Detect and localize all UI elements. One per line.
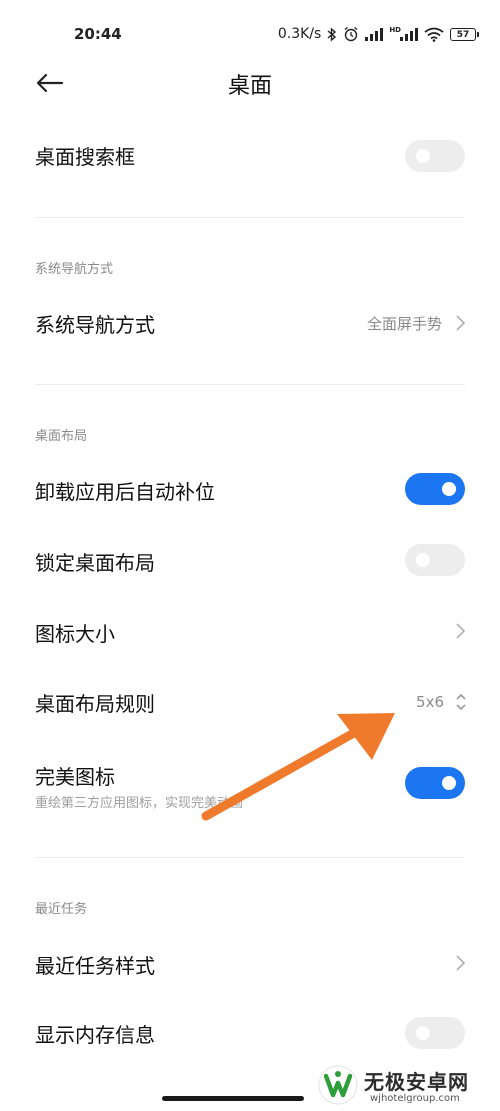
row-label: 系统导航方式 (35, 313, 155, 337)
row-search-box[interactable]: 桌面搜索框 (0, 133, 500, 179)
battery-icon: 57 (450, 27, 479, 41)
signal-hd-icon: HD (389, 27, 418, 41)
layout-rule-value: 5x6 (416, 693, 444, 711)
row-auto-fill[interactable]: 卸载应用后自动补位 (0, 472, 500, 508)
section-title-layout: 桌面布局 (35, 429, 88, 444)
section-title-recent: 最近任务 (35, 902, 88, 917)
row-navigation-mode[interactable]: 系统导航方式 全面屏手势 (0, 303, 500, 345)
network-speed: 0.3K/s (277, 26, 322, 42)
toggle-knob (442, 482, 456, 496)
chevron-right-icon (456, 315, 466, 331)
section-title-nav: 系统导航方式 (35, 262, 114, 277)
divider (35, 857, 465, 858)
watermark-logo-icon (318, 1065, 358, 1105)
home-indicator[interactable] (162, 1096, 304, 1101)
signal-icon (365, 27, 384, 41)
row-lock-layout[interactable]: 锁定桌面布局 (0, 542, 500, 578)
row-label: 显示内存信息 (35, 1023, 155, 1047)
chevron-right-icon (456, 955, 466, 971)
row-memory-info[interactable]: 显示内存信息 (0, 1016, 500, 1052)
chevron-right-icon (456, 623, 466, 639)
nav-mode-value: 全面屏手势 (366, 315, 442, 333)
row-label: 锁定桌面布局 (35, 551, 155, 575)
bluetooth-icon (327, 26, 337, 42)
row-layout-rule[interactable]: 桌面布局规则 5x6 (0, 684, 500, 720)
toggle-knob (416, 553, 430, 567)
row-subtitle: 重绘第三方应用图标，实现完美动画 (35, 796, 244, 811)
chevron-up-down-icon (456, 693, 466, 711)
row-label: 桌面搜索框 (35, 145, 135, 169)
row-label: 图标大小 (35, 622, 115, 646)
toggle-knob (442, 776, 456, 790)
page-title: 桌面 (227, 74, 272, 99)
row-label: 完美图标 (35, 765, 115, 789)
toggle-memory-info[interactable] (405, 1017, 465, 1049)
row-icon-size[interactable]: 图标大小 (0, 614, 500, 650)
row-label: 卸载应用后自动补位 (35, 480, 215, 504)
toggle-lock-layout[interactable] (405, 544, 465, 576)
toggle-knob (416, 149, 430, 163)
watermark-name: 无极安卓网 (364, 1070, 469, 1094)
watermark-url: wjhotelgroup.com (370, 1093, 460, 1104)
divider (35, 217, 465, 218)
divider (35, 384, 465, 385)
toggle-auto-fill[interactable] (405, 473, 465, 505)
watermark: 无极安卓网 wjhotelgroup.com (318, 1062, 500, 1110)
status-time: 20:44 (74, 25, 122, 43)
toggle-knob (416, 1026, 430, 1040)
row-label: 最近任务样式 (35, 954, 155, 978)
header: 桌面 (0, 60, 500, 106)
status-icons: 0.3K/s HD 57 (277, 24, 479, 44)
toggle-search-box[interactable] (405, 140, 465, 172)
row-label: 桌面布局规则 (35, 692, 155, 716)
row-perfect-icons[interactable]: 完美图标 重绘第三方应用图标，实现完美动画 (0, 758, 500, 814)
toggle-perfect-icons[interactable] (405, 767, 465, 799)
alarm-icon (344, 26, 358, 42)
row-recent-style[interactable]: 最近任务样式 (0, 946, 500, 982)
wifi-icon (424, 27, 444, 42)
